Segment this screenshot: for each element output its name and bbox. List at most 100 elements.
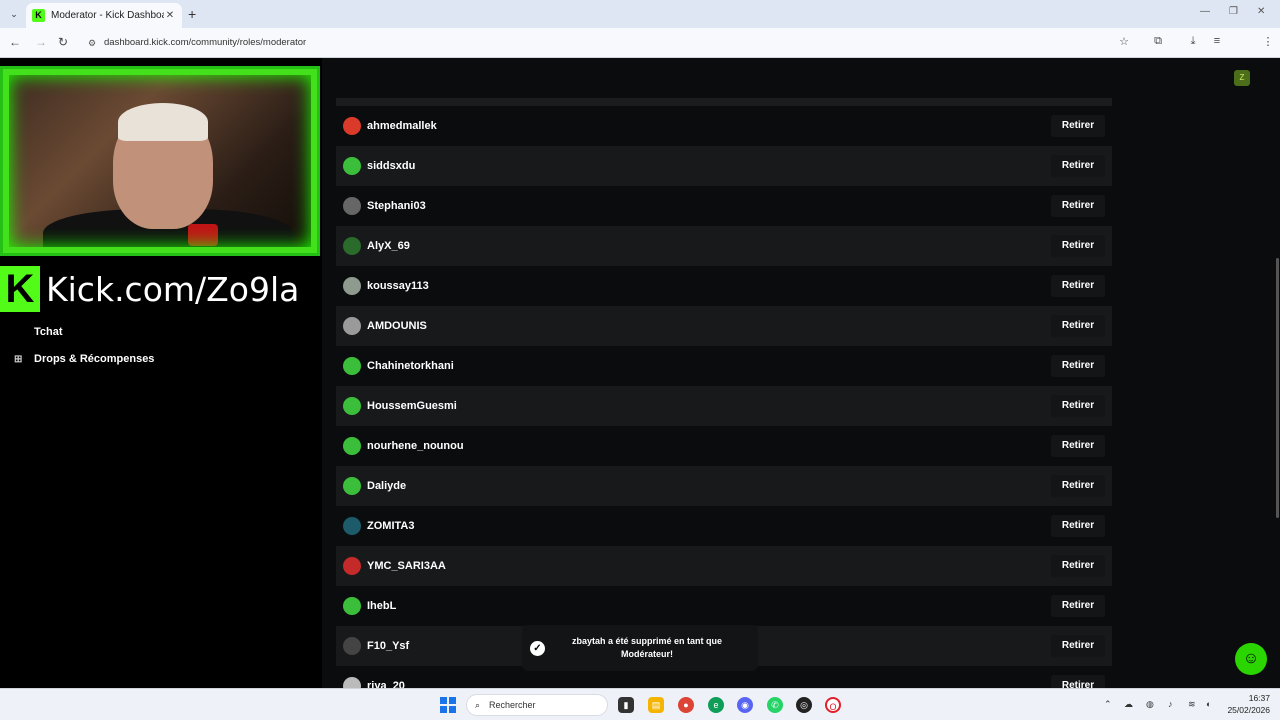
avatar: [343, 157, 361, 175]
remove-moderator-button[interactable]: Retirer: [1051, 475, 1105, 497]
moderator-name: HoussemGuesmi: [367, 400, 457, 412]
remove-moderator-button[interactable]: Retirer: [1051, 395, 1105, 417]
system-clock[interactable]: 16:37 25/02/2026: [1226, 692, 1270, 716]
remove-moderator-button[interactable]: Retirer: [1051, 635, 1105, 657]
toast-message: zbaytah a été supprimé en tant que Modér…: [571, 636, 723, 659]
task-view-icon[interactable]: ▮: [618, 697, 634, 713]
taskbar-search[interactable]: ⌕ Rechercher: [466, 694, 608, 716]
tab-search-chevron-icon[interactable]: ⌄: [6, 6, 22, 22]
moderator-row: Daliyde Retirer: [336, 466, 1112, 506]
moderator-row: Chahinetorkhani Retirer: [336, 346, 1112, 386]
moderator-row: HoussemGuesmi Retirer: [336, 386, 1112, 426]
moderator-name: Chahinetorkhani: [367, 360, 454, 372]
file-explorer-icon[interactable]: ▤: [648, 697, 664, 713]
check-icon: ✓: [530, 640, 545, 656]
kick-favicon-icon: K: [32, 9, 45, 22]
moderator-row: ZOMITA3 Retirer: [336, 506, 1112, 546]
moderator-name: ahmedmallek: [367, 120, 437, 132]
media-icon[interactable]: ≡: [1210, 35, 1224, 47]
remove-moderator-button[interactable]: Retirer: [1051, 515, 1105, 537]
new-tab-icon[interactable]: +: [188, 6, 196, 22]
scrollbar[interactable]: [1276, 258, 1279, 518]
browser-toolbar: ← → ↻ ⚙ dashboard.kick.com/community/rol…: [0, 28, 1280, 77]
sidebar-item-drops[interactable]: ⊞ Drops & Récompenses: [14, 353, 154, 365]
moderator-row: IhebL Retirer: [336, 586, 1112, 626]
remove-moderator-button[interactable]: Retirer: [1051, 275, 1105, 297]
moderator-name: nourhene_nounou: [367, 440, 464, 452]
edge-icon[interactable]: e: [708, 697, 724, 713]
kick-logo-icon: K: [0, 266, 40, 312]
sidebar-item-tchat[interactable]: Tchat: [14, 326, 63, 338]
windows-start-icon[interactable]: [440, 697, 456, 713]
forward-icon[interactable]: →: [33, 35, 49, 49]
obs-icon[interactable]: ◎: [796, 697, 812, 713]
avatar: [343, 517, 361, 535]
avatar: [343, 637, 361, 655]
reload-icon[interactable]: ↻: [55, 35, 71, 49]
clock-date: 25/02/2026: [1227, 705, 1270, 715]
remove-moderator-button[interactable]: Retirer: [1051, 435, 1105, 457]
wifi-icon[interactable]: ≋: [1188, 699, 1196, 710]
moderator-row: YMC_SARI3AA Retirer: [336, 546, 1112, 586]
tray-network-icon[interactable]: ◍: [1146, 699, 1154, 710]
moderator-row: Stephani03 Retirer: [336, 186, 1112, 226]
bookmark-star-icon[interactable]: ☆: [1117, 35, 1131, 48]
moderator-name: AlyX_69: [367, 240, 410, 252]
address-bar[interactable]: ⚙ dashboard.kick.com/community/roles/mod…: [80, 32, 1140, 54]
browser-tab[interactable]: K Moderator - Kick Dashboard ✕: [26, 3, 182, 28]
moderator-name: IhebL: [367, 600, 397, 612]
dashboard-page: K Kick.com/Zo9la Tchat ⊞ Drops & Récompe…: [0, 58, 1280, 688]
windows-taskbar: ⌕ Rechercher ▮ ▤ ● e ◉ ✆ ◎ O ⌃ ☁ ◍ ♪ ≋ ◐…: [0, 688, 1280, 720]
microphone-icon[interactable]: ♪: [1168, 699, 1173, 709]
moderator-name: AMDOUNIS: [367, 320, 427, 332]
clock-time: 16:37: [1248, 693, 1270, 703]
user-avatar-icon[interactable]: Z: [1234, 70, 1250, 86]
moderator-list: ahmedmallek Retirer siddsxdu Retirer Stephan…: [326, 98, 1124, 688]
avatar: [343, 117, 361, 135]
whatsapp-icon[interactable]: ✆: [767, 697, 783, 713]
tray-app-icon[interactable]: ☁: [1124, 699, 1133, 710]
support-chat-icon[interactable]: ☺: [1235, 643, 1267, 675]
volume-icon[interactable]: ◐: [1206, 699, 1211, 709]
notification-toast: ✓ zbaytah a été supprimé en tant que Mod…: [522, 625, 758, 671]
browser-menu-icon[interactable]: ⋮: [1261, 35, 1275, 48]
sidebar: K Kick.com/Zo9la Tchat ⊞ Drops & Récompe…: [0, 58, 322, 688]
moderator-row: nourhene_nounou Retirer: [336, 426, 1112, 466]
webcam-frame: [3, 69, 317, 253]
window-close-icon[interactable]: ✕: [1257, 6, 1265, 17]
moderator-row: koussay113 Retirer: [336, 266, 1112, 306]
avatar: [343, 557, 361, 575]
discord-icon[interactable]: ◉: [737, 697, 753, 713]
remove-moderator-button[interactable]: Retirer: [1051, 595, 1105, 617]
chrome-icon[interactable]: ●: [678, 697, 694, 713]
moderator-name: riya_20: [367, 680, 405, 688]
search-icon: ⌕: [475, 700, 481, 710]
remove-moderator-button[interactable]: Retirer: [1051, 555, 1105, 577]
back-icon[interactable]: ←: [7, 35, 23, 49]
tab-close-icon[interactable]: ✕: [164, 10, 176, 21]
moderator-name: ZOMITA3: [367, 520, 415, 532]
remove-moderator-button[interactable]: Retirer: [1051, 675, 1105, 688]
tray-chevron-icon[interactable]: ⌃: [1104, 699, 1112, 710]
avatar: [343, 197, 361, 215]
remove-moderator-button[interactable]: Retirer: [1051, 115, 1105, 137]
moderator-name: Stephani03: [367, 200, 426, 212]
avatar: [343, 317, 361, 335]
remove-moderator-button[interactable]: Retirer: [1051, 235, 1105, 257]
remove-moderator-button[interactable]: Retirer: [1051, 195, 1105, 217]
avatar: [343, 597, 361, 615]
downloads-icon[interactable]: ⤓: [1186, 35, 1200, 48]
search-placeholder: Rechercher: [489, 700, 536, 710]
opera-icon[interactable]: O: [825, 697, 841, 713]
remove-moderator-button[interactable]: Retirer: [1051, 315, 1105, 337]
extensions-icon[interactable]: ⧉: [1151, 35, 1165, 48]
moderator-row: AlyX_69 Retirer: [336, 226, 1112, 266]
remove-moderator-button[interactable]: Retirer: [1051, 355, 1105, 377]
minimize-icon[interactable]: —: [1200, 6, 1210, 17]
avatar: [343, 437, 361, 455]
moderator-name: Daliyde: [367, 480, 407, 492]
site-info-icon[interactable]: ⚙: [88, 32, 96, 54]
avatar: [343, 277, 361, 295]
remove-moderator-button[interactable]: Retirer: [1051, 155, 1105, 177]
maximize-icon[interactable]: ❐: [1229, 6, 1238, 17]
